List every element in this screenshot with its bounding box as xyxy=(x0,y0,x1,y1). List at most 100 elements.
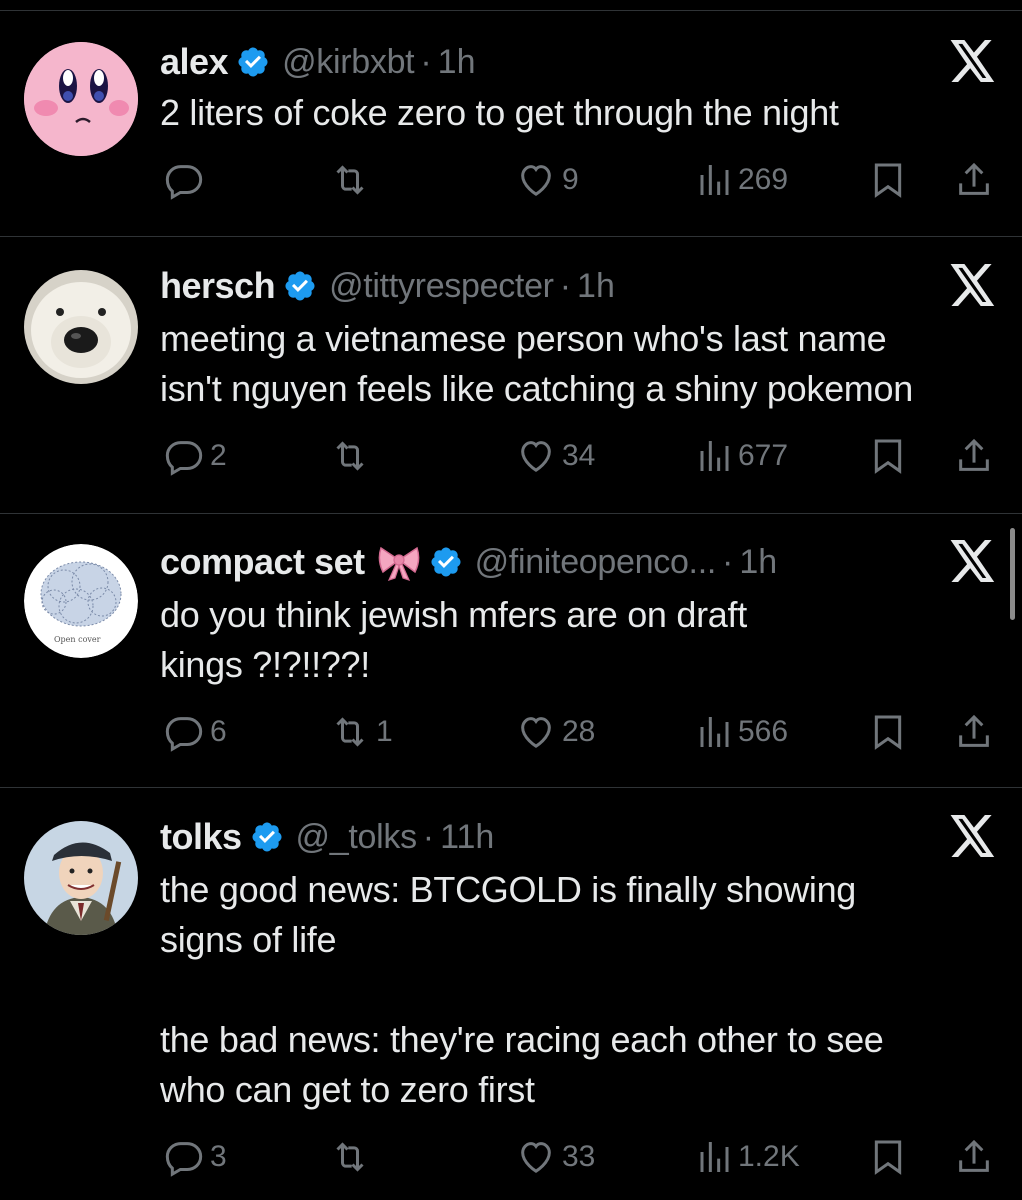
action-bar: 6 1 28 566 xyxy=(160,710,1010,754)
retweet-button[interactable] xyxy=(330,1135,376,1179)
verified-badge-icon[interactable] xyxy=(429,545,463,579)
like-count: 28 xyxy=(562,715,596,748)
share-button[interactable] xyxy=(954,434,994,478)
bookmark-icon xyxy=(874,439,902,474)
reply-icon xyxy=(165,717,203,752)
bookmark-button[interactable] xyxy=(868,1135,908,1179)
tweet-header: alex @kirbxbt · 1h xyxy=(160,40,476,84)
heart-icon xyxy=(521,441,551,472)
separator-dot: · xyxy=(420,43,432,81)
share-button[interactable] xyxy=(954,1135,994,1179)
like-button[interactable]: 9 xyxy=(516,158,579,202)
timestamp[interactable]: 11h xyxy=(440,815,494,859)
x-logo-icon[interactable] xyxy=(950,540,998,584)
avatar[interactable] xyxy=(24,821,138,935)
retweet-icon xyxy=(336,165,364,195)
separator-dot: · xyxy=(559,267,572,305)
open-cover-diagram-avatar-icon: Open cover xyxy=(24,544,138,658)
bookmark-button[interactable] xyxy=(868,434,908,478)
retweet-icon xyxy=(336,717,364,747)
cartoon-man-avatar-icon xyxy=(24,821,138,935)
views-chart-icon xyxy=(700,441,729,471)
reply-count: 3 xyxy=(210,1140,227,1173)
bookmark-button[interactable] xyxy=(868,158,908,202)
action-bar: 9 269 xyxy=(160,158,1010,202)
display-name[interactable]: compact set xyxy=(160,540,365,584)
view-count: 269 xyxy=(738,163,789,196)
action-bar: 3 33 1.2K xyxy=(160,1135,1010,1179)
reply-icon xyxy=(165,165,203,200)
verified-badge-icon[interactable] xyxy=(283,269,317,303)
heart-icon xyxy=(521,1142,551,1173)
tweet-header: compact set @finiteopenco... · 1h xyxy=(160,540,777,584)
x-logo-icon[interactable] xyxy=(950,40,998,84)
retweet-icon xyxy=(336,441,364,471)
views-button[interactable]: 677 xyxy=(692,434,788,478)
tweet-text: do you think jewish mfers are on draft k… xyxy=(160,594,747,685)
like-button[interactable]: 34 xyxy=(516,434,595,478)
reply-count: 6 xyxy=(210,715,227,748)
user-handle[interactable]: @finiteopenco... xyxy=(475,540,717,584)
reply-button[interactable]: 6 xyxy=(164,710,227,754)
reply-button[interactable] xyxy=(164,158,210,202)
display-name[interactable]: tolks xyxy=(160,815,242,859)
views-button[interactable]: 269 xyxy=(692,158,788,202)
bookmark-icon xyxy=(874,715,902,750)
share-button[interactable] xyxy=(954,158,994,202)
reply-icon xyxy=(165,1142,203,1177)
retweet-count: 1 xyxy=(376,715,393,748)
user-handle[interactable]: @_tolks xyxy=(296,815,418,859)
retweet-icon xyxy=(336,1142,364,1172)
like-button[interactable]: 28 xyxy=(516,710,595,754)
scrollbar[interactable] xyxy=(1010,528,1015,620)
white-dog-avatar-icon xyxy=(24,270,138,384)
retweet-button[interactable] xyxy=(330,434,376,478)
share-icon xyxy=(959,438,989,471)
tweet-divider xyxy=(0,787,1022,788)
views-chart-icon xyxy=(700,165,729,195)
x-logo-icon[interactable] xyxy=(950,815,998,859)
bookmark-button[interactable] xyxy=(868,710,908,754)
share-button[interactable] xyxy=(954,710,994,754)
x-logo-icon[interactable] xyxy=(950,264,998,308)
retweet-button[interactable] xyxy=(330,158,376,202)
reply-icon xyxy=(165,441,203,476)
timestamp[interactable]: 1h xyxy=(577,264,615,308)
reply-count: 2 xyxy=(210,439,227,472)
display-name[interactable]: alex xyxy=(160,40,229,84)
tweet-text: the good news: BTCGOLD is finally showin… xyxy=(160,869,884,1110)
views-button[interactable]: 1.2K xyxy=(692,1135,800,1179)
avatar[interactable] xyxy=(24,270,138,384)
separator-dot: · xyxy=(722,543,734,581)
verified-badge-icon[interactable] xyxy=(236,45,270,79)
tweet-text: meeting a vietnamese person who's last n… xyxy=(160,318,913,409)
avatar[interactable]: Open cover xyxy=(24,544,138,658)
share-icon xyxy=(959,1139,989,1172)
heart-icon xyxy=(521,165,551,196)
avatar-caption: Open cover xyxy=(54,635,101,644)
display-name[interactable]: hersch xyxy=(160,264,276,308)
kirby-avatar-icon xyxy=(24,42,138,156)
timestamp[interactable]: 1h xyxy=(739,540,777,584)
views-button[interactable]: 566 xyxy=(692,710,788,754)
share-icon xyxy=(959,714,989,747)
user-handle[interactable]: @kirbxbt xyxy=(282,40,415,84)
share-icon xyxy=(959,162,989,195)
verified-badge-icon[interactable] xyxy=(250,820,284,854)
like-count: 34 xyxy=(562,439,596,472)
view-count: 566 xyxy=(738,715,789,748)
retweet-button[interactable]: 1 xyxy=(330,710,393,754)
view-count: 677 xyxy=(738,439,789,472)
timestamp[interactable]: 1h xyxy=(438,40,476,84)
tweet-divider xyxy=(0,10,1022,11)
like-count: 33 xyxy=(562,1140,596,1173)
ribbon-bow-icon xyxy=(378,546,419,581)
reply-button[interactable]: 3 xyxy=(164,1135,227,1179)
tweet-divider xyxy=(0,513,1022,514)
like-button[interactable]: 33 xyxy=(516,1135,595,1179)
avatar[interactable] xyxy=(24,42,138,156)
reply-button[interactable]: 2 xyxy=(164,434,227,478)
heart-icon xyxy=(521,717,551,748)
user-handle[interactable]: @tittyrespecter xyxy=(329,264,554,308)
action-bar: 2 34 677 xyxy=(160,434,1010,478)
